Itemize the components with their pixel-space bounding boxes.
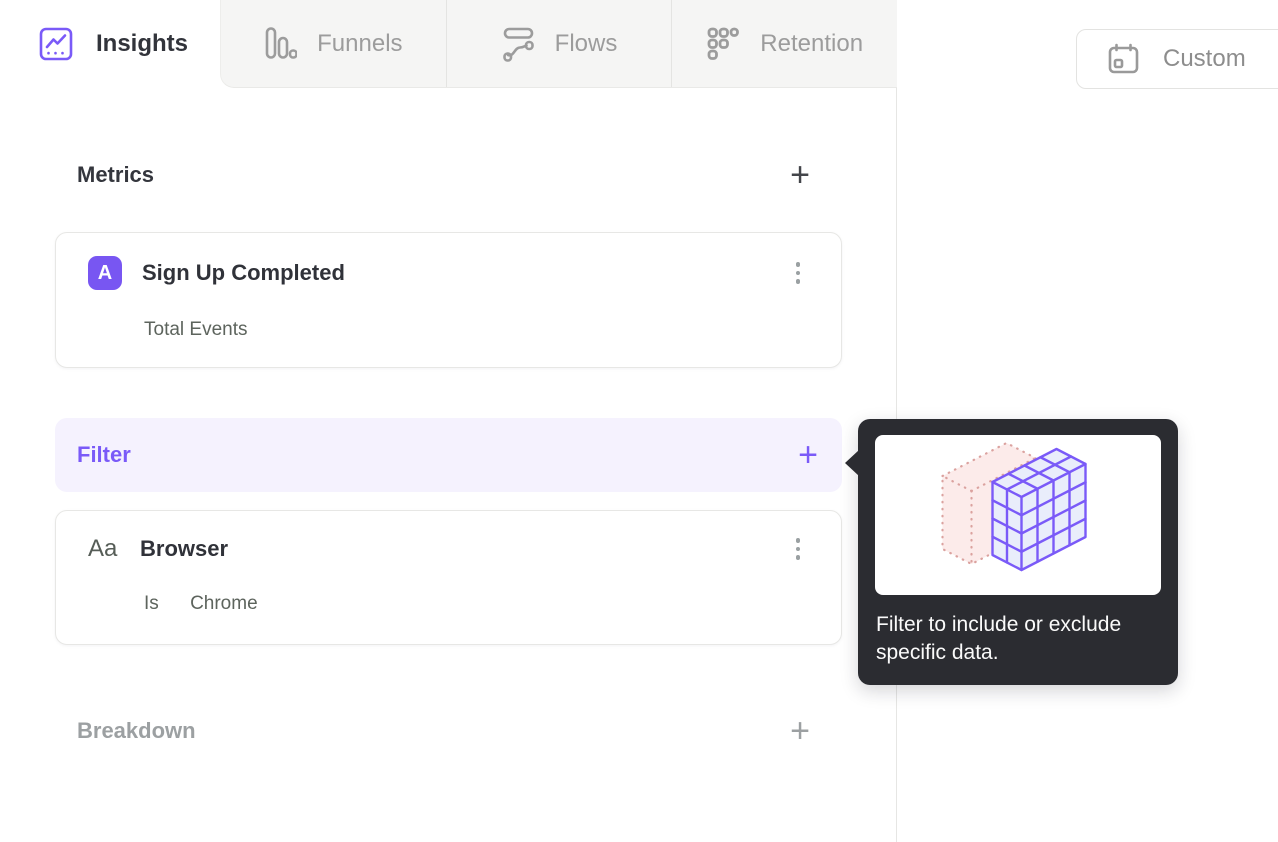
- calendar-icon: [1106, 42, 1141, 76]
- filter-tooltip: Filter to include or exclude specific da…: [845, 419, 1178, 685]
- filter-card-row: Aa Browser: [56, 511, 841, 564]
- metric-title: Sign Up Completed: [142, 260, 345, 285]
- dots-grid-icon: [706, 26, 740, 61]
- add-breakdown-button[interactable]: +: [790, 714, 810, 748]
- metric-kebab-menu-icon[interactable]: [793, 258, 804, 288]
- text-property-icon: Aa: [88, 534, 118, 562]
- tab-flows[interactable]: Flows: [445, 0, 672, 87]
- report-type-tabbar: Insights Funnels Flows Retention: [0, 0, 897, 88]
- line-chart-icon: [38, 26, 74, 62]
- filter-card[interactable]: Aa Browser Is Chrome: [55, 510, 842, 645]
- date-range-custom-button[interactable]: Custom: [1076, 29, 1278, 89]
- filter-operator[interactable]: Is: [144, 593, 159, 614]
- metrics-section-header: Metrics +: [77, 158, 810, 192]
- filter-section-row[interactable]: Filter +: [55, 418, 842, 492]
- tooltip-text: Filter to include or exclude specific da…: [876, 613, 1122, 664]
- breakdown-heading: Breakdown: [77, 718, 196, 743]
- tab-funnels-label: Funnels: [317, 29, 403, 57]
- breakdown-section-header: Breakdown +: [77, 714, 810, 748]
- add-metric-button[interactable]: +: [790, 158, 810, 192]
- tab-funnels[interactable]: Funnels: [221, 0, 446, 87]
- metric-subtitle[interactable]: Total Events: [144, 319, 841, 341]
- add-filter-button[interactable]: +: [798, 438, 818, 472]
- metric-card[interactable]: A Sign Up Completed Total Events: [55, 232, 842, 368]
- flow-wave-icon: [501, 26, 535, 62]
- filter-value[interactable]: Chrome: [190, 593, 258, 614]
- tooltip-arrow: [845, 450, 859, 476]
- date-range-label: Custom: [1163, 45, 1246, 72]
- funnel-bars-icon: [264, 26, 298, 61]
- filter-kebab-menu-icon[interactable]: [793, 534, 804, 564]
- metrics-heading: Metrics: [77, 162, 155, 187]
- inactive-tab-group: Funnels Flows Retention: [220, 0, 897, 88]
- filter-heading: Filter: [77, 442, 131, 467]
- filter-cube-illustration: [875, 435, 1161, 595]
- metric-badge: A: [88, 256, 122, 290]
- filter-condition[interactable]: Is Chrome: [144, 593, 841, 615]
- tab-retention-label: Retention: [760, 29, 864, 57]
- metric-card-row: A Sign Up Completed: [56, 233, 841, 290]
- filter-property-title: Browser: [140, 535, 229, 561]
- tab-insights[interactable]: Insights: [0, 0, 220, 88]
- tab-insights-label: Insights: [96, 30, 189, 57]
- tab-flows-label: Flows: [554, 29, 618, 57]
- tab-retention[interactable]: Retention: [671, 0, 897, 87]
- app-window: Insights Funnels Flows Retention Custom …: [0, 0, 1278, 842]
